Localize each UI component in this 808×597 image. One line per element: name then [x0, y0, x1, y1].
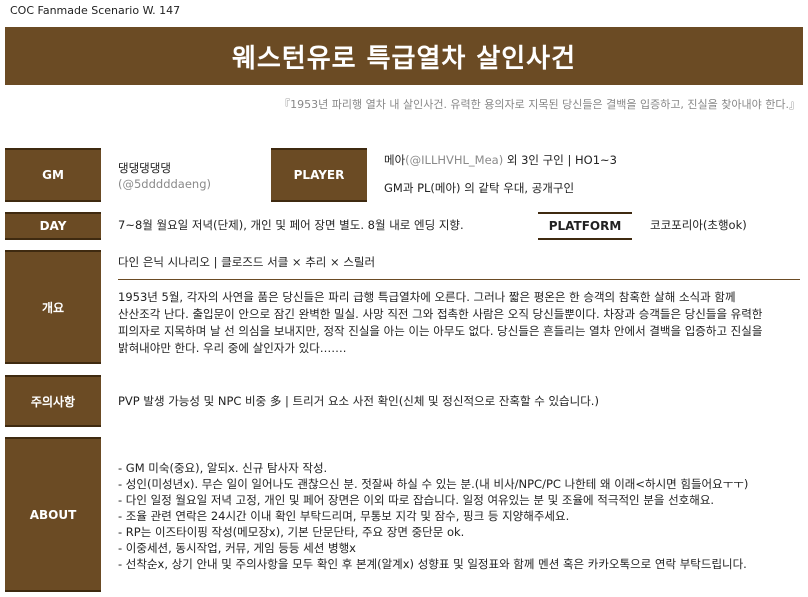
player-name: 메아 — [384, 153, 406, 167]
gm-name: 댕댕댕댕댕 — [118, 161, 171, 175]
player-recruit-line: 메아(@ILLHVHL_Mea) 외 3인 구인 | HO1~3 — [384, 152, 617, 168]
about-item: - 이중세션, 동시작업, 커뮤, 게임 등등 세션 병행x — [118, 541, 356, 555]
title-banner: 웨스턴유로 특급열차 살인사건 — [5, 27, 803, 85]
about-item: - 선착순x, 상기 안내 및 주의사항을 모두 확인 후 본계(알계x) 성향… — [118, 557, 747, 571]
overview-line: 밝혀내야만 한다. 우리 중에 살인자가 있다……. — [118, 341, 347, 355]
about-item: - 조율 관련 연락은 24시간 이내 확인 부탁드리며, 무통보 지각 및 잠… — [118, 509, 570, 523]
overview-line: 1953년 5월, 각자의 사연을 품은 당신들은 파리 급행 특급열차에 오른… — [118, 290, 736, 304]
overview-paragraph: 1953년 5월, 각자의 사연을 품은 당신들은 파리 급행 특급열차에 오른… — [118, 289, 800, 357]
gm-handle: (@5dddddaeng) — [118, 177, 211, 191]
about-item: - GM 미숙(중요), 알되x. 신규 탐사자 작성. — [118, 461, 328, 475]
gm-label: GM — [5, 148, 101, 202]
platform-value: 코코포리아(초행ok) — [650, 218, 747, 232]
player-handle: (@ILLHVHL_Mea) — [405, 153, 504, 167]
overview-line: 피의자로 지목하며 날 선 의심을 보내지만, 정작 진실을 아는 이는 아무도… — [118, 324, 763, 338]
notice-label: 주의사항 — [5, 375, 101, 427]
about-list: - GM 미숙(중요), 알되x. 신규 탐사자 작성. - 성인(미성년x).… — [118, 460, 748, 572]
player-label: PLAYER — [271, 148, 367, 202]
series-label: COC Fanmade Scenario W. 147 — [10, 4, 181, 17]
day-label: DAY — [5, 212, 101, 240]
notice-text: PVP 발생 가능성 및 NPC 비중 多 | 트리거 요소 사전 확인(신체 … — [118, 394, 599, 408]
overview-label: 개요 — [5, 250, 101, 364]
page-title: 웨스턴유로 특급열차 살인사건 — [231, 43, 577, 74]
tagline: 『1953년 파리행 열차 내 살인사건. 유력한 용의자로 지목된 당신들은 … — [279, 98, 800, 111]
about-item: - 다인 일정 월요일 저녁 고정, 개인 및 페어 장면은 이외 따로 잡습니… — [118, 493, 715, 507]
overview-line: 산산조각 난다. 출입문이 안으로 잠긴 완벽한 밀실. 사망 직전 그와 접촉… — [118, 307, 763, 321]
overview-divider — [118, 279, 800, 280]
player-recruit: 외 3인 구인 | HO1~3 — [503, 153, 617, 167]
about-item: - 성인(미성년x). 무슨 일이 일어나도 괜찮으신 분. 젓잘싸 하실 수 … — [118, 477, 749, 491]
day-text: 7~8월 월요일 저녁(단제), 개인 및 페어 장면 별도. 8월 내로 엔딩… — [118, 218, 464, 232]
about-item: - RP는 이즈타이핑 작성(메모장x), 기본 단문단타, 주요 장면 중단문… — [118, 525, 465, 539]
player-note: GM과 PL(메아) 의 같탁 우대, 공개구인 — [384, 181, 575, 195]
overview-tags: 다인 은닉 시나리오 | 클로즈드 서클 × 추리 × 스릴러 — [118, 255, 376, 269]
about-label: ABOUT — [5, 437, 101, 592]
platform-label: PLATFORM — [538, 212, 632, 240]
